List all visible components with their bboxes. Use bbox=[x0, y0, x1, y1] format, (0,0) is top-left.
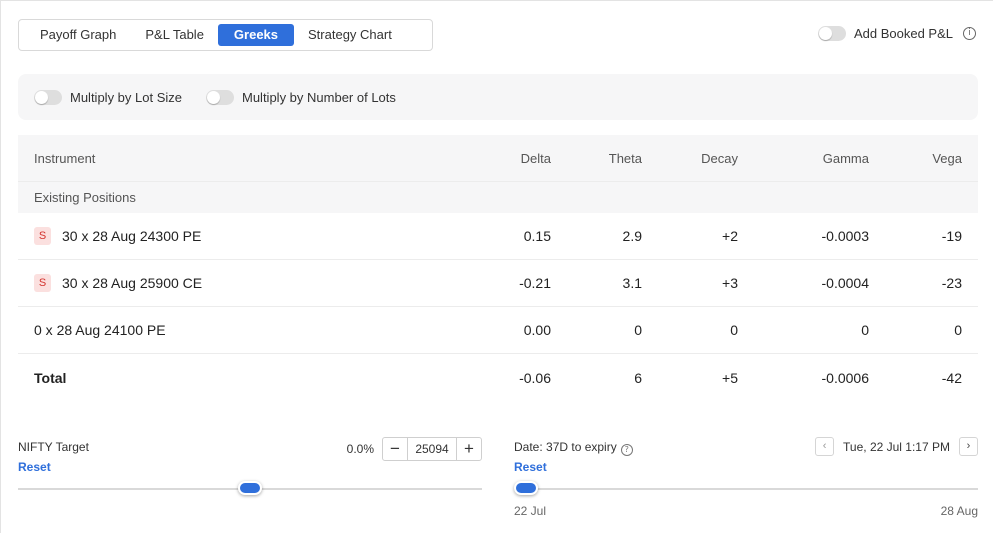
booked-pl-toggle[interactable] bbox=[817, 26, 846, 41]
instrument-name: 30 x 28 Aug 24300 PE bbox=[62, 228, 202, 244]
delta-cell: 0.00 bbox=[523, 322, 551, 338]
date-label: Date: 37D to expiry bbox=[514, 440, 617, 454]
date-reset-link[interactable]: Reset bbox=[514, 460, 547, 474]
increment-button[interactable]: + bbox=[456, 438, 481, 460]
greeks-table: Instrument Delta Theta Decay Gamma Vega … bbox=[18, 135, 978, 401]
date-navigator: ‹ Tue, 22 Jul 1:17 PM › bbox=[815, 437, 978, 456]
section-existing-positions: Existing Positions bbox=[18, 181, 978, 213]
multiply-lots-label: Multiply by Number of Lots bbox=[242, 89, 396, 105]
gamma-cell: -0.0003 bbox=[821, 228, 869, 244]
instrument-cell: S 30 x 28 Aug 25900 CE bbox=[18, 274, 258, 292]
header-gamma: Gamma bbox=[822, 150, 869, 166]
table-header: Instrument Delta Theta Decay Gamma Vega bbox=[18, 135, 978, 181]
current-date: Tue, 22 Jul 1:17 PM bbox=[843, 439, 950, 454]
total-gamma: -0.0006 bbox=[821, 369, 869, 386]
tab-strategy-chart[interactable]: Strategy Chart bbox=[294, 24, 406, 46]
vega-cell: -23 bbox=[941, 275, 962, 291]
date-slider-track[interactable] bbox=[514, 488, 978, 490]
table-row: S 30 x 28 Aug 25900 CE -0.21 3.1 +3 -0.0… bbox=[18, 260, 978, 307]
help-icon[interactable]: ? bbox=[620, 444, 633, 456]
header-instrument: Instrument bbox=[34, 150, 96, 166]
decay-cell: +3 bbox=[722, 275, 738, 291]
vega-cell: -19 bbox=[941, 228, 962, 244]
theta-cell: 0 bbox=[634, 322, 642, 338]
greeks-panel: Payoff Graph P&L Table Greeks Strategy C… bbox=[0, 0, 993, 533]
theta-cell: 3.1 bbox=[622, 275, 642, 291]
total-delta: -0.06 bbox=[519, 369, 551, 386]
tab-greeks[interactable]: Greeks bbox=[217, 24, 295, 46]
info-icon[interactable]: i bbox=[963, 27, 976, 40]
decay-cell: 0 bbox=[730, 322, 738, 338]
decay-cell: +2 bbox=[722, 228, 738, 244]
total-vega: -42 bbox=[941, 369, 962, 386]
tab-payoff-graph[interactable]: Payoff Graph bbox=[25, 24, 131, 46]
total-theta: 6 bbox=[634, 369, 642, 386]
sell-badge: S bbox=[34, 274, 51, 292]
multiply-lots-toggle[interactable] bbox=[206, 89, 234, 105]
multiply-lot-size-label: Multiply by Lot Size bbox=[70, 89, 182, 105]
target-reset-link[interactable]: Reset bbox=[18, 460, 51, 474]
booked-pl-control: Add Booked P&L i bbox=[817, 26, 976, 41]
instrument-name: 0 x 28 Aug 24100 PE bbox=[34, 322, 166, 338]
table-row: S 30 x 28 Aug 24300 PE 0.15 2.9 +2 -0.00… bbox=[18, 213, 978, 260]
total-label: Total bbox=[34, 369, 67, 386]
date-end-label: 28 Aug bbox=[940, 504, 978, 518]
target-stepper: − 25094 + bbox=[382, 437, 482, 461]
view-tabs: Payoff Graph P&L Table Greeks Strategy C… bbox=[18, 19, 433, 51]
target-value-input[interactable]: 25094 bbox=[408, 438, 456, 460]
decrement-button[interactable]: − bbox=[383, 438, 408, 460]
total-row: Total -0.06 6 +5 -0.0006 -42 bbox=[18, 354, 978, 401]
table-row: 0 x 28 Aug 24100 PE 0.00 0 0 0 0 bbox=[18, 307, 978, 354]
chevron-left-icon[interactable]: ‹ bbox=[815, 437, 835, 456]
date-label-wrap: Date: 37D to expiry? bbox=[514, 440, 633, 456]
booked-pl-label: Add Booked P&L bbox=[853, 26, 953, 41]
chevron-right-icon[interactable]: › bbox=[959, 437, 978, 456]
header-delta: Delta bbox=[520, 150, 551, 166]
header-vega: Vega bbox=[932, 150, 962, 166]
multiply-lot-size-toggle[interactable] bbox=[34, 89, 62, 105]
date-slider-thumb[interactable] bbox=[514, 481, 538, 495]
theta-cell: 2.9 bbox=[622, 228, 642, 244]
tab-pl-table[interactable]: P&L Table bbox=[131, 24, 218, 46]
gamma-cell: -0.0004 bbox=[821, 275, 869, 291]
multiply-lot-size-option: Multiply by Lot Size bbox=[34, 89, 182, 105]
target-label: NIFTY Target bbox=[18, 440, 89, 454]
target-percent: 0.0% bbox=[346, 442, 374, 456]
total-decay: +5 bbox=[722, 369, 738, 386]
header-decay: Decay bbox=[701, 150, 738, 166]
gamma-cell: 0 bbox=[861, 322, 869, 338]
delta-cell: -0.21 bbox=[519, 275, 551, 291]
instrument-cell: S 30 x 28 Aug 24300 PE bbox=[18, 227, 258, 245]
sell-badge: S bbox=[34, 227, 51, 245]
instrument-cell: 0 x 28 Aug 24100 PE bbox=[18, 322, 258, 338]
multiply-lots-option: Multiply by Number of Lots bbox=[206, 89, 396, 105]
instrument-name: 30 x 28 Aug 25900 CE bbox=[62, 275, 203, 291]
delta-cell: 0.15 bbox=[523, 228, 551, 244]
vega-cell: 0 bbox=[954, 322, 962, 338]
multiply-options: Multiply by Lot Size Multiply by Number … bbox=[18, 74, 978, 120]
target-slider-thumb[interactable] bbox=[238, 481, 262, 495]
date-start-label: 22 Jul bbox=[514, 504, 547, 518]
header-theta: Theta bbox=[608, 150, 642, 166]
